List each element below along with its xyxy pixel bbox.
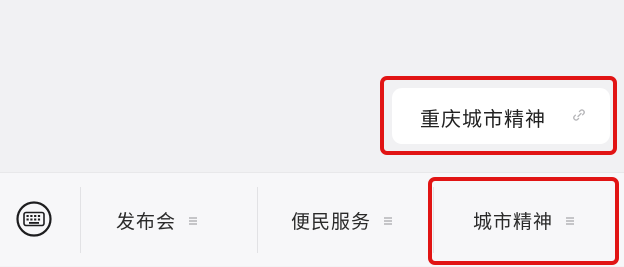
highlight-box-message xyxy=(380,76,617,155)
highlight-box-menu-item xyxy=(428,177,619,265)
keyboard-toggle-button[interactable] xyxy=(15,200,53,238)
menu-item-label: 便民服务 xyxy=(291,210,372,233)
submenu-icon xyxy=(189,217,198,225)
menu-divider xyxy=(80,187,81,253)
menu-item-public-services[interactable]: 便民服务 xyxy=(291,173,393,267)
submenu-icon xyxy=(384,217,393,225)
menu-divider xyxy=(257,187,258,253)
menu-item-press-conference[interactable]: 发布会 xyxy=(116,173,198,267)
keyboard-icon xyxy=(16,201,52,237)
menu-item-label: 发布会 xyxy=(116,210,177,233)
